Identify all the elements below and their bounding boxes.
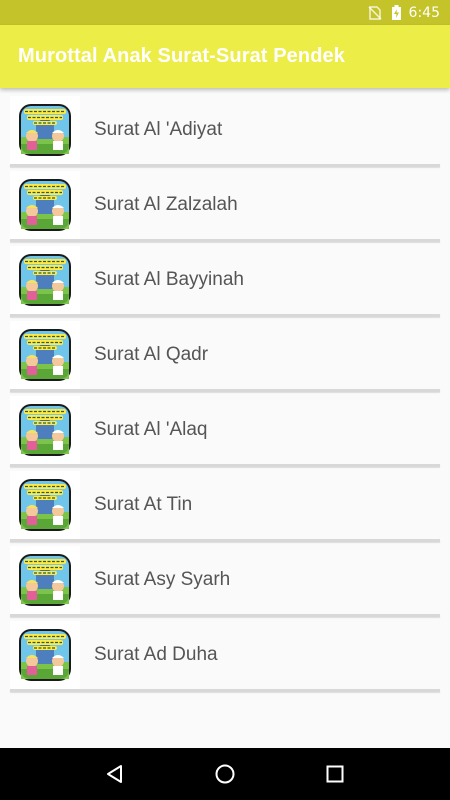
- list-item[interactable]: Surat Al 'Adiyat: [10, 94, 440, 169]
- back-icon[interactable]: [100, 759, 130, 789]
- list-item[interactable]: Surat Al Bayyinah: [10, 244, 440, 319]
- navigation-bar: [0, 748, 450, 800]
- murottal-anak-app-icon: [10, 320, 80, 389]
- murottal-anak-app-icon: [10, 245, 80, 314]
- list-item[interactable]: Surat Al Zalzalah: [10, 169, 440, 244]
- list-item-label: Surat Asy Syarh: [94, 568, 231, 590]
- murottal-anak-app-icon: [10, 395, 80, 464]
- list-item-label: Surat Al 'Adiyat: [94, 118, 223, 140]
- list-item-label: Surat Al Qadr: [94, 343, 209, 365]
- list-item-label: Surat At Tin: [94, 493, 193, 515]
- list-item[interactable]: Surat Al Qadr: [10, 319, 440, 394]
- list-item-label: Surat Al Zalzalah: [94, 193, 238, 215]
- list-item-label: Surat Al Bayyinah: [94, 268, 244, 290]
- battery-charging-icon: [391, 5, 401, 20]
- app-title: Murottal Anak Surat-Surat Pendek: [18, 45, 345, 67]
- status-bar: 6:45: [0, 0, 450, 25]
- list-item[interactable]: Surat At Tin: [10, 469, 440, 544]
- surah-list: Surat Al 'Adiyat Surat Al Zalzalah Surat…: [10, 94, 440, 694]
- murottal-anak-app-icon: [10, 620, 80, 689]
- murottal-anak-app-icon: [10, 545, 80, 614]
- no-sim-icon: [368, 5, 382, 20]
- list-item-label: Surat Al 'Alaq: [94, 418, 208, 440]
- murottal-anak-app-icon: [10, 170, 80, 239]
- list-item[interactable]: Surat Asy Syarh: [10, 544, 440, 619]
- home-icon[interactable]: [210, 759, 240, 789]
- murottal-anak-app-icon: [10, 470, 80, 539]
- app-bar: Murottal Anak Surat-Surat Pendek: [0, 25, 450, 88]
- status-time: 6:45: [408, 4, 440, 21]
- recents-icon[interactable]: [320, 759, 350, 789]
- list-item-label: Surat Ad Duha: [94, 643, 218, 665]
- murottal-anak-app-icon: [10, 95, 80, 164]
- list-item[interactable]: Surat Al 'Alaq: [10, 394, 440, 469]
- list-item[interactable]: Surat Ad Duha: [10, 619, 440, 694]
